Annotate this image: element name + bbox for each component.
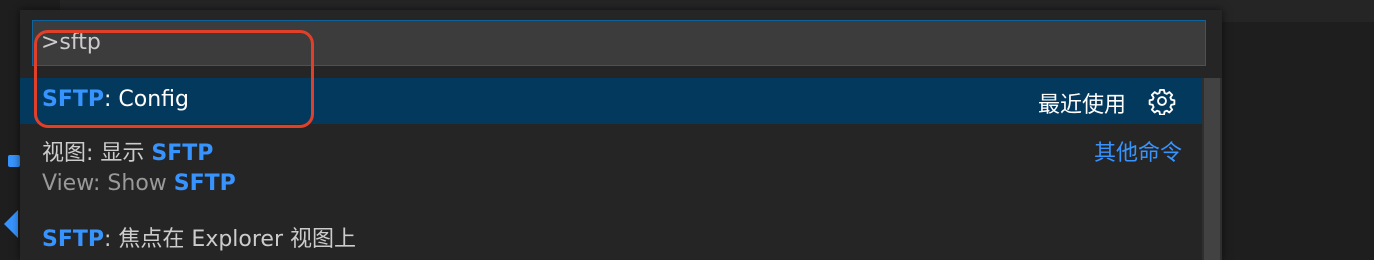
recently-used-label: 最近使用 (1037, 93, 1126, 118)
result-item-view-show-sftp[interactable]: 视图: 显示 SFTP View: Show SFTP 其他命令 (20, 124, 1202, 212)
command-input-box[interactable] (32, 20, 1206, 66)
editor-right-area (1224, 22, 1374, 260)
result-detail: View: Show SFTP (42, 171, 236, 196)
result-label: SFTP: Config (42, 87, 189, 112)
gear-icon[interactable] (1148, 87, 1176, 115)
gutter-arrow-icon (4, 210, 18, 238)
results-scrollbar-thumb[interactable] (1204, 78, 1220, 260)
result-label-rest: : 焦点在 Explorer 视图上 (104, 227, 357, 252)
result-label-rest: : Config (104, 87, 190, 112)
gutter-marker (8, 155, 20, 167)
other-commands-label: 其他命令 (1093, 141, 1182, 166)
match-highlight: SFTP (42, 87, 105, 112)
result-item-sftp-config[interactable]: SFTP: Config 最近使用 (20, 78, 1202, 124)
result-label-prefix: 视图: 显示 (42, 141, 152, 166)
match-highlight: SFTP (42, 227, 105, 252)
command-input[interactable] (41, 21, 1191, 65)
command-palette: SFTP: Config 最近使用 视图: 显示 SFTP View: Show… (20, 10, 1222, 260)
match-highlight: SFTP (151, 141, 214, 166)
result-label: 视图: 显示 SFTP (42, 135, 213, 167)
result-detail-prefix: View: Show (42, 171, 174, 196)
command-results-list: SFTP: Config 最近使用 视图: 显示 SFTP View: Show… (20, 78, 1222, 260)
result-item-sftp-focus-explorer[interactable]: SFTP: 焦点在 Explorer 视图上 (20, 212, 1202, 260)
result-label: SFTP: 焦点在 Explorer 视图上 (42, 221, 356, 253)
match-highlight: SFTP (173, 171, 236, 196)
